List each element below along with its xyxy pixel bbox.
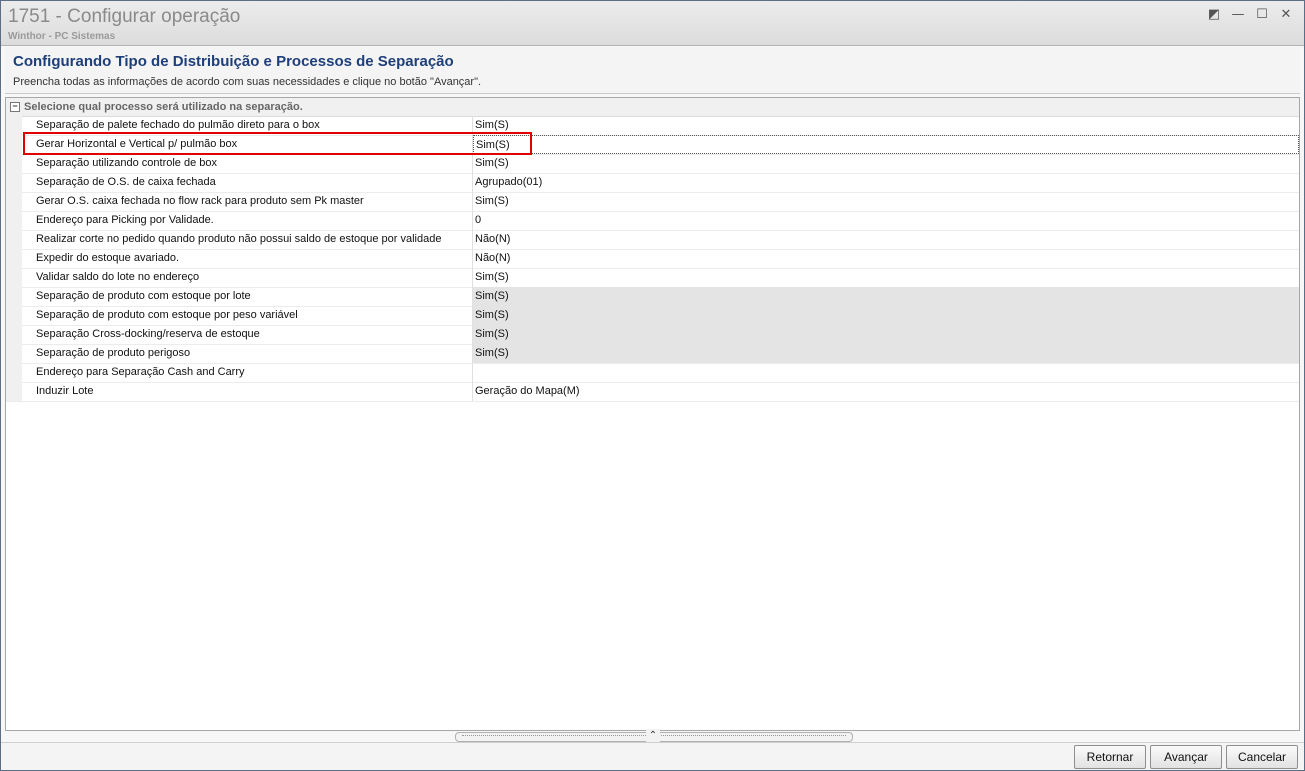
- row-value: Sim(S): [473, 287, 1299, 306]
- row-label: Separação de produto com estoque por pes…: [36, 309, 298, 321]
- row-indent: [6, 230, 22, 249]
- restore-icon[interactable]: ◩: [1202, 5, 1226, 23]
- window-title: 1751 - Configurar operação: [8, 6, 241, 27]
- row-value: Sim(S): [473, 325, 1299, 344]
- grid-row[interactable]: Endereço para Separação Cash and Carry: [6, 363, 1299, 383]
- grid-row[interactable]: Separação de produto com estoque por pes…: [6, 306, 1299, 326]
- row-label: Separação de produto perigoso: [36, 347, 191, 359]
- row-value: Sim(S): [473, 306, 1299, 325]
- step-title: Configurando Tipo de Distribuição e Proc…: [13, 53, 454, 70]
- grid-row[interactable]: Realizar corte no pedido quando produto …: [6, 230, 1299, 250]
- splitter-handle[interactable]: ⌃: [455, 729, 853, 743]
- grid-row[interactable]: Separação de produto com estoque por lot…: [6, 287, 1299, 307]
- row-value[interactable]: Sim(S): [473, 192, 1299, 211]
- close-icon[interactable]: ✕: [1274, 5, 1298, 23]
- step-description: Preencha todas as informações de acordo …: [13, 76, 482, 88]
- app-window: 1751 - Configurar operação Winthor - PC …: [0, 0, 1305, 771]
- grid-row[interactable]: Endereço para Picking por Validade. 0: [6, 211, 1299, 231]
- row-value[interactable]: Sim(S): [473, 154, 1299, 173]
- row-indent: [6, 325, 22, 344]
- row-indent: [6, 192, 22, 211]
- row-value[interactable]: Sim(S): [473, 135, 1299, 154]
- grid-row[interactable]: Separação de produto perigoso Sim(S): [6, 344, 1299, 364]
- row-value[interactable]: Não(N): [473, 230, 1299, 249]
- avancar-button[interactable]: Avançar: [1150, 745, 1222, 769]
- row-value[interactable]: 0: [473, 211, 1299, 230]
- row-label: Gerar Horizontal e Vertical p/ pulmão bo…: [36, 138, 238, 150]
- grid-row[interactable]: Induzir Lote Geração do Mapa(M): [6, 382, 1299, 402]
- row-label: Realizar corte no pedido quando produto …: [36, 233, 442, 245]
- row-label: Separação de palete fechado do pulmão di…: [36, 119, 320, 131]
- row-label: Induzir Lote: [36, 385, 94, 397]
- title-bar: 1751 - Configurar operação Winthor - PC …: [1, 1, 1304, 46]
- cancelar-button[interactable]: Cancelar: [1226, 745, 1298, 769]
- footer-bar: Retornar Avançar Cancelar: [1, 742, 1304, 770]
- retornar-button[interactable]: Retornar: [1074, 745, 1146, 769]
- row-label: Separação de produto com estoque por lot…: [36, 290, 251, 302]
- row-indent: [6, 268, 22, 287]
- grid-row[interactable]: Separação de palete fechado do pulmão di…: [6, 116, 1299, 136]
- row-label: Expedir do estoque avariado.: [36, 252, 180, 264]
- row-label: Separação utilizando controle de box: [36, 157, 218, 169]
- row-indent: [6, 363, 22, 382]
- grid-row[interactable]: Expedir do estoque avariado. Não(N): [6, 249, 1299, 269]
- row-indent: [6, 116, 22, 135]
- window-controls: ◩ — ☐ ✕: [1202, 5, 1298, 23]
- minimize-icon[interactable]: —: [1226, 5, 1250, 23]
- row-indent: [6, 287, 22, 306]
- row-label: Endereço para Separação Cash and Carry: [36, 366, 245, 378]
- row-value[interactable]: Sim(S): [473, 268, 1299, 287]
- grid-row[interactable]: Separação utilizando controle de box Sim(…: [6, 154, 1299, 174]
- row-value[interactable]: Agrupado(01): [473, 173, 1299, 192]
- row-value[interactable]: [473, 363, 1299, 382]
- grid-row[interactable]: Validar saldo do lote no endereço Sim(S): [6, 268, 1299, 288]
- grid-row[interactable]: Separação de O.S. de caixa fechada Agrupa…: [6, 173, 1299, 193]
- row-indent: [6, 135, 22, 154]
- row-value[interactable]: Não(N): [473, 249, 1299, 268]
- row-indent: [6, 154, 22, 173]
- category-label: Selecione qual processo será utilizado n…: [24, 101, 303, 113]
- maximize-icon[interactable]: ☐: [1250, 5, 1274, 23]
- grid-row[interactable]: Separação Cross-docking/reserva de estoq…: [6, 325, 1299, 345]
- row-label: Separação de O.S. de caixa fechada: [36, 176, 216, 188]
- grid-category[interactable]: − Selecione qual processo será utilizado…: [6, 98, 1299, 117]
- window-subtitle: Winthor - PC Sistemas: [8, 31, 116, 42]
- row-label: Separação Cross-docking/reserva de estoq…: [36, 328, 260, 340]
- row-indent: [6, 344, 22, 363]
- row-indent: [6, 249, 22, 268]
- grid-row[interactable]: Gerar Horizontal e Vertical p/ pulmão bo…: [6, 135, 1299, 155]
- collapse-icon[interactable]: −: [10, 102, 20, 112]
- row-indent: [6, 382, 22, 401]
- row-value: Sim(S): [473, 344, 1299, 363]
- row-label: Validar saldo do lote no endereço: [36, 271, 200, 283]
- row-indent: [6, 211, 22, 230]
- property-grid: − Selecione qual processo será utilizado…: [5, 97, 1300, 731]
- row-value[interactable]: Geração do Mapa(M): [473, 382, 1299, 401]
- grid-row[interactable]: Gerar O.S. caixa fechada no flow rack pa…: [6, 192, 1299, 212]
- row-indent: [6, 306, 22, 325]
- row-label: Endereço para Picking por Validade.: [36, 214, 214, 226]
- step-header: Configurando Tipo de Distribuição e Proc…: [5, 47, 1300, 94]
- row-label: Gerar O.S. caixa fechada no flow rack pa…: [36, 195, 364, 207]
- chevron-up-icon[interactable]: ⌃: [646, 729, 660, 743]
- row-value[interactable]: Sim(S): [473, 116, 1299, 135]
- row-indent: [6, 173, 22, 192]
